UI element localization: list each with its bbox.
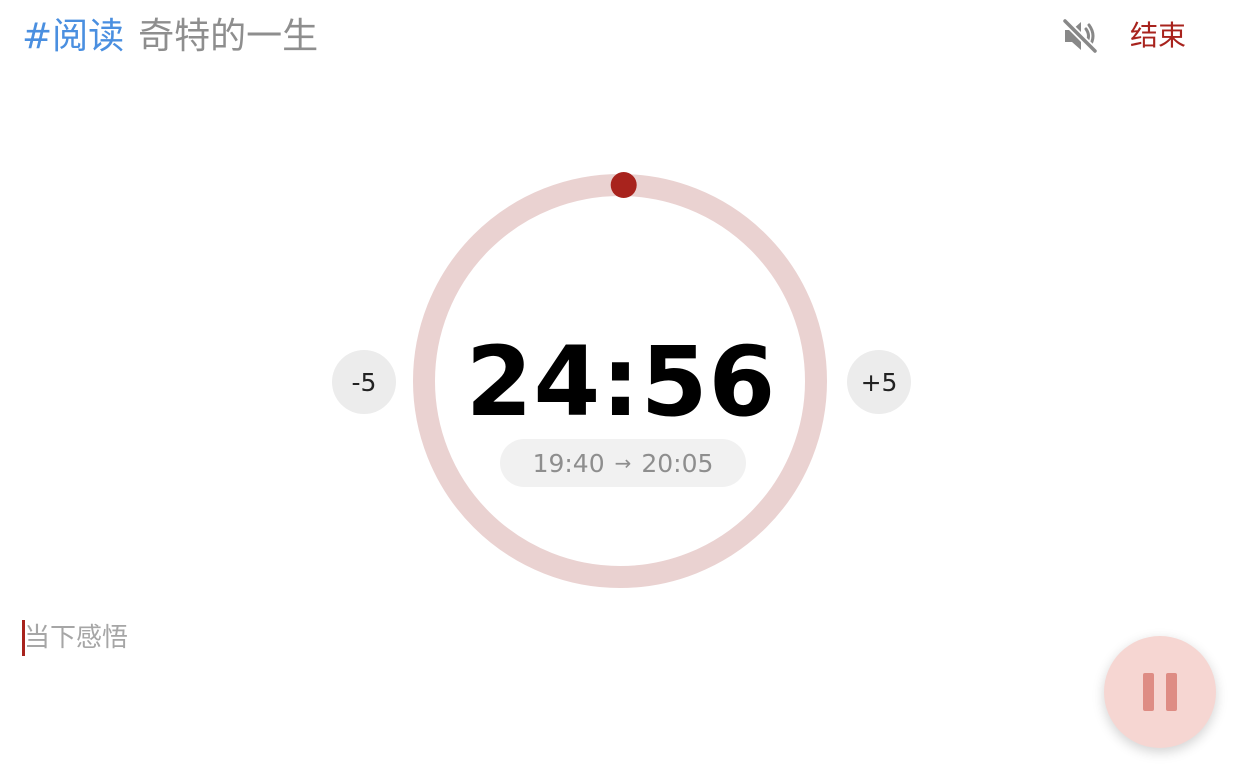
- end-time: 20:05: [641, 448, 714, 478]
- plus-five-button[interactable]: +5: [847, 350, 911, 414]
- mute-button[interactable]: [1058, 14, 1102, 58]
- task-name: 奇特的一生: [138, 16, 319, 57]
- pause-button[interactable]: [1104, 636, 1216, 748]
- reflection-field[interactable]: [22, 618, 784, 658]
- category-tag[interactable]: #阅读: [22, 14, 124, 60]
- reflection-input[interactable]: [22, 618, 784, 658]
- minus-five-button[interactable]: -5: [332, 350, 396, 414]
- session-title: #阅读 奇特的一生: [22, 14, 318, 60]
- time-range: 19:40 → 20:05: [500, 439, 746, 487]
- text-caret: [22, 620, 25, 656]
- speaker-muted-icon: [1061, 17, 1099, 55]
- pause-icon: [1137, 673, 1183, 711]
- start-time: 19:40: [532, 448, 605, 478]
- timer-remaining: 24:56: [465, 326, 777, 438]
- arrow-right-icon: →: [614, 451, 632, 475]
- progress-knob[interactable]: [610, 172, 637, 199]
- end-button[interactable]: 结束: [1130, 16, 1186, 56]
